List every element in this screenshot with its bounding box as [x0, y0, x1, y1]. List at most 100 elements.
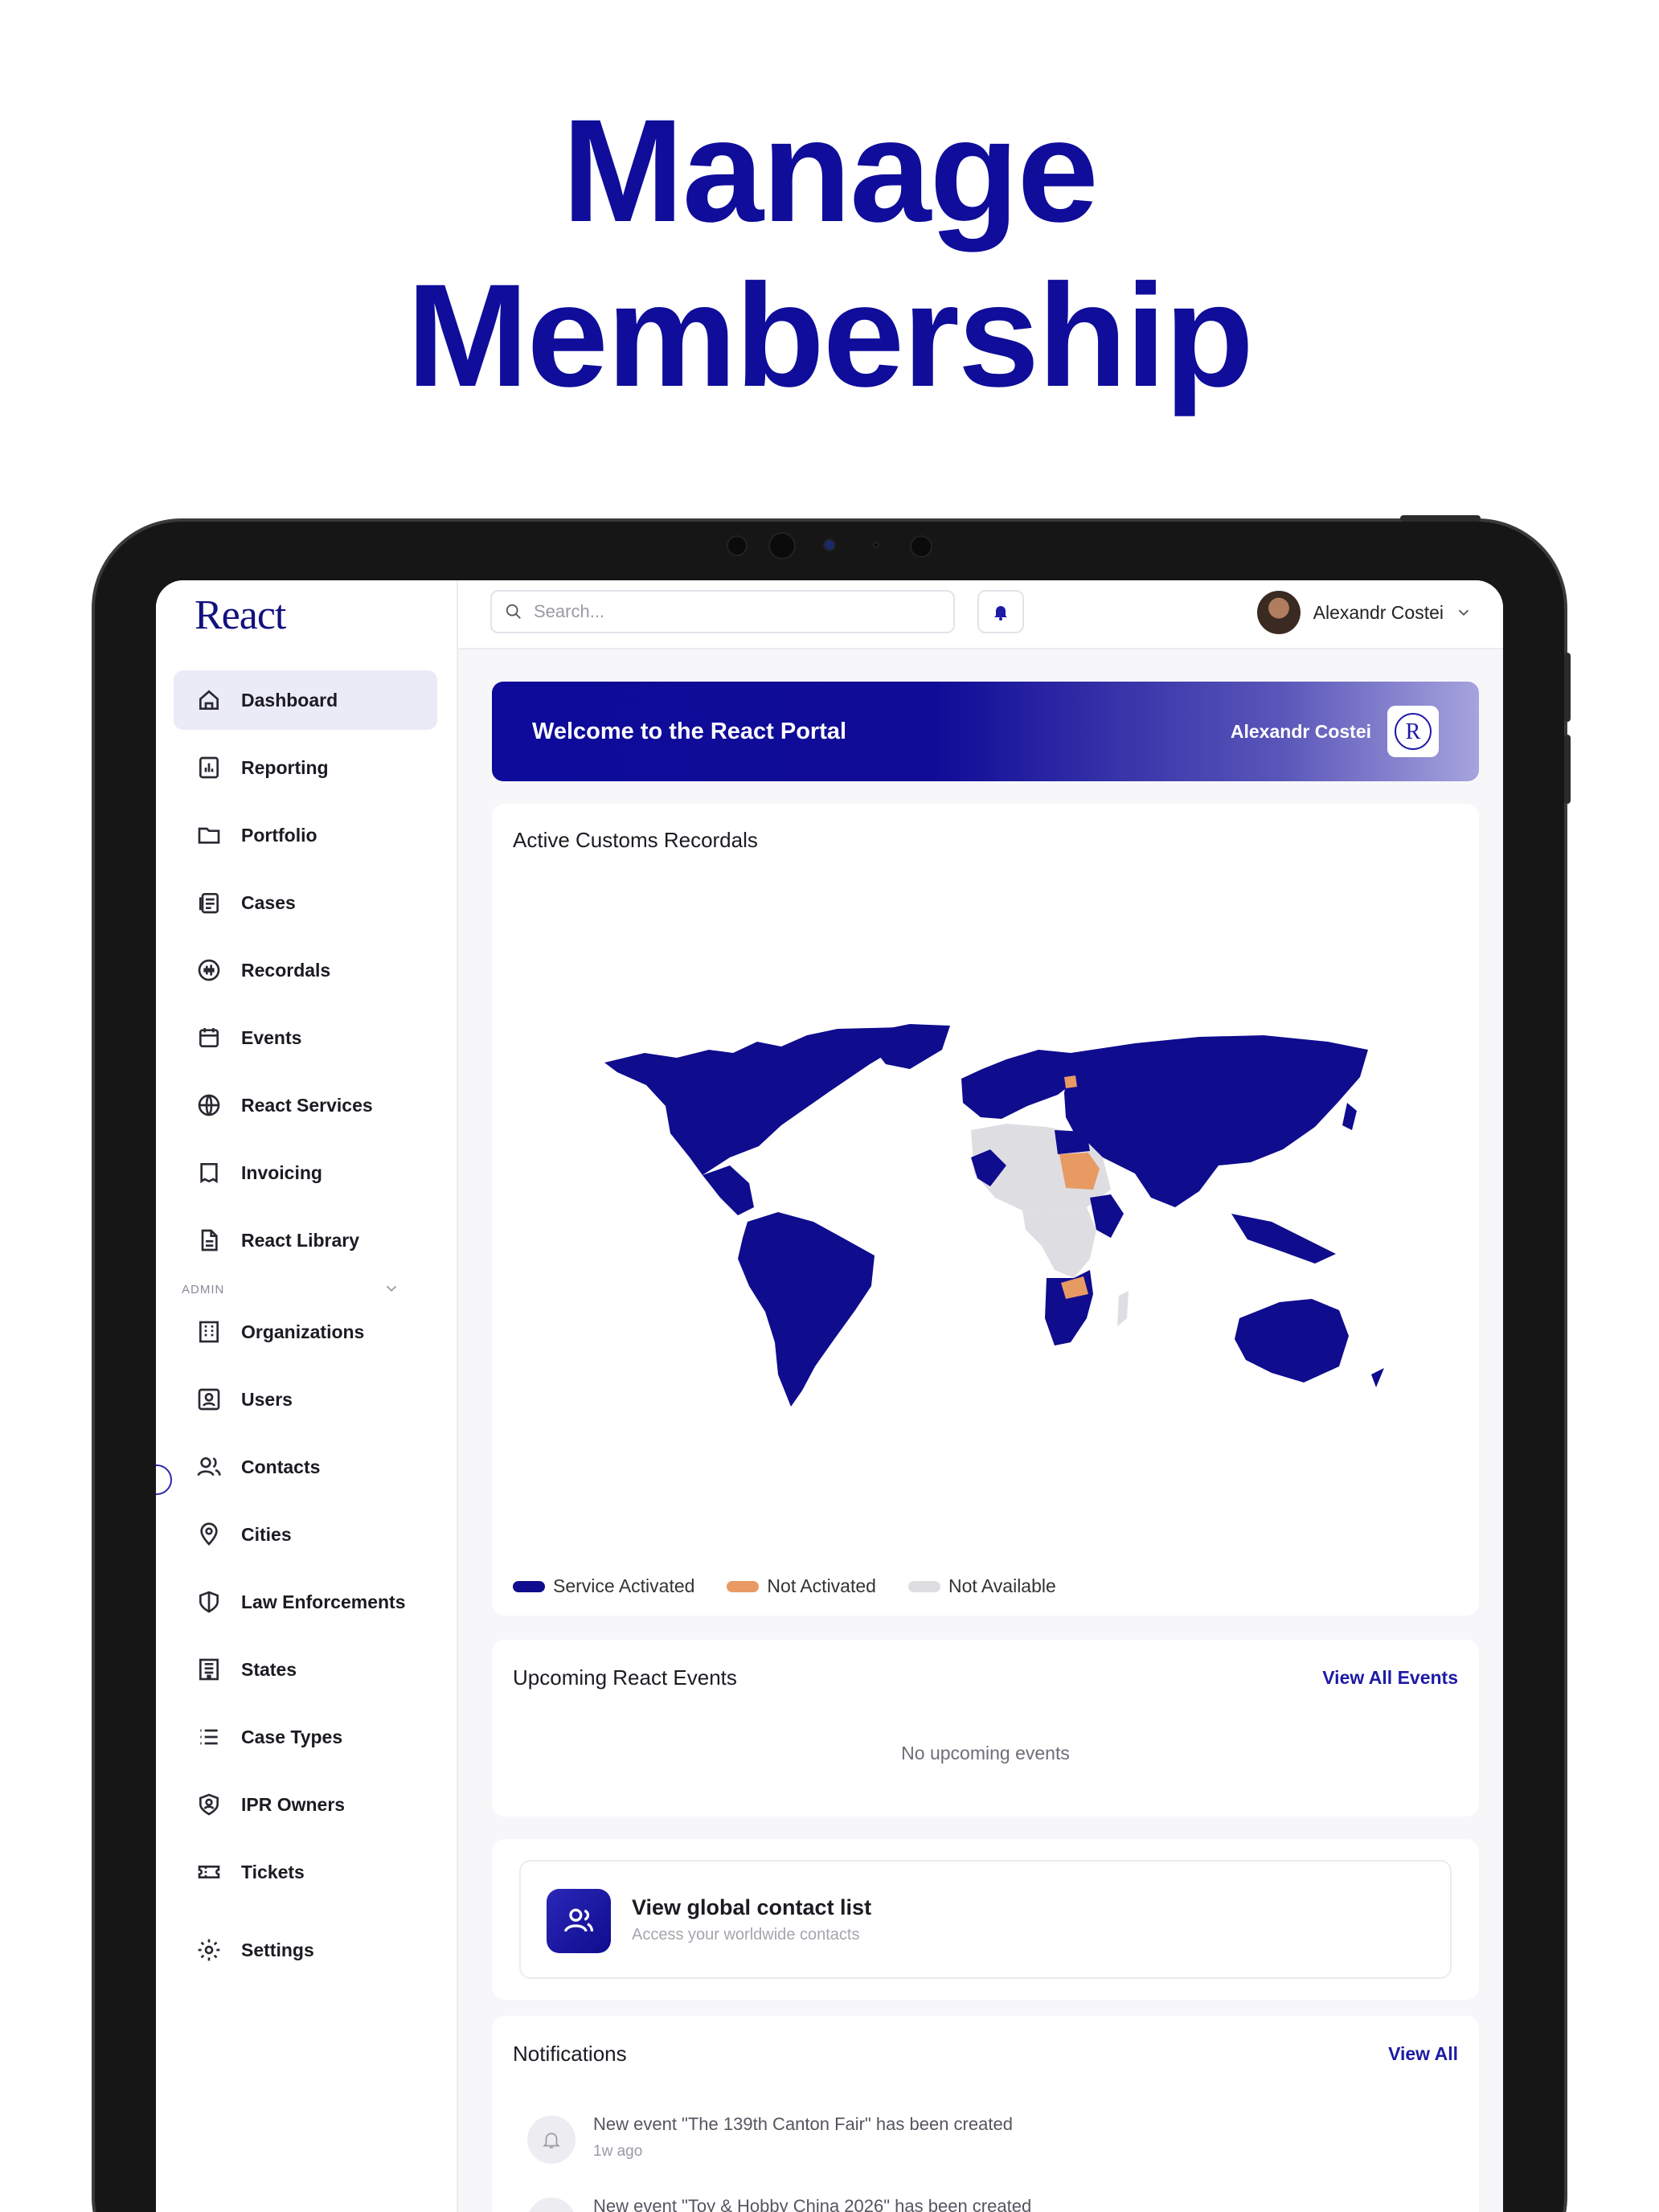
notification-item[interactable]: New event "Toy & Hobby China 2026" has b…: [527, 2189, 1411, 2212]
app-logo[interactable]: React: [195, 592, 286, 639]
upcoming-events-card: Upcoming React Events View All Events No…: [492, 1640, 1479, 1817]
sidebar-item-label: Law Enforcements: [241, 1591, 406, 1612]
sidebar-item-label: Users: [241, 1388, 293, 1410]
tablet-top-button: [1400, 515, 1481, 522]
customs-recordals-card: Active Customs Recordals Service Activat…: [492, 804, 1479, 1616]
home-icon: [195, 686, 223, 715]
world-map[interactable]: [492, 892, 1479, 1455]
australia-region: [1235, 1299, 1349, 1382]
sidebar-item-portfolio[interactable]: Portfolio: [174, 805, 437, 865]
map-pin-icon: [195, 1520, 223, 1549]
sidebar-item-reporting[interactable]: Reporting: [174, 738, 437, 797]
camera-lens-icon: [823, 539, 836, 551]
users-icon: [195, 1452, 223, 1481]
sidebar-item-react-services[interactable]: React Services: [174, 1075, 437, 1135]
sidebar-item-label: Contacts: [241, 1456, 321, 1477]
legend-swatch: [907, 1580, 940, 1592]
tablet-volume-up-button: [1564, 653, 1571, 722]
chevron-down-icon[interactable]: [383, 1280, 400, 1297]
sidebar-item-law-enforcements[interactable]: Law Enforcements: [174, 1572, 437, 1632]
japan-region: [1342, 1103, 1357, 1130]
new-zealand-region: [1371, 1368, 1384, 1387]
folder-icon: [195, 821, 223, 850]
sidebar-item-dashboard[interactable]: Dashboard: [174, 670, 437, 730]
search-input[interactable]: [534, 601, 920, 622]
ambient-sensor-icon: [873, 542, 879, 548]
sidebar-item-cities[interactable]: Cities: [174, 1505, 437, 1564]
react-r-logo-icon: R: [1395, 713, 1432, 750]
notification-text: New event "Toy & Hobby China 2026" has b…: [593, 2196, 1032, 2212]
document-icon: [195, 1226, 223, 1255]
user-menu[interactable]: Alexandr Costei: [1256, 588, 1473, 637]
sidebar-item-recordals[interactable]: Recordals: [174, 940, 437, 1000]
tablet-volume-down-button: [1564, 735, 1571, 804]
sidebar-item-invoicing[interactable]: Invoicing: [174, 1143, 437, 1202]
sidebar-item-label: Reporting: [241, 756, 329, 778]
cases-icon: [195, 888, 223, 917]
sidebar-item-label: Tickets: [241, 1861, 305, 1882]
view-all-events-link[interactable]: View All Events: [1322, 1667, 1458, 1689]
global-contact-list-link[interactable]: View global contact list Access your wor…: [519, 1860, 1452, 1979]
sidebar-item-label: Organizations: [241, 1321, 365, 1342]
asia-region: [1064, 1035, 1368, 1207]
sidebar-item-label: Settings: [241, 1939, 314, 1960]
map-legend: Service Activated Not Activated Not Avai…: [513, 1575, 1088, 1597]
notifications-button[interactable]: [977, 590, 1024, 633]
sidebar-item-label: States: [241, 1658, 297, 1680]
ticket-icon: [195, 1858, 223, 1886]
receipt-icon: [195, 1158, 223, 1187]
sidebar-item-label: Case Types: [241, 1726, 343, 1747]
sidebar-item-ipr-owners[interactable]: IPR Owners: [174, 1775, 437, 1834]
admin-section-label: ADMIN: [182, 1283, 225, 1296]
contact-list-card: View global contact list Access your wor…: [492, 1839, 1479, 2000]
contact-card-subtitle: Access your worldwide contacts: [632, 1926, 860, 1944]
south-america-region: [738, 1212, 875, 1407]
search-box[interactable]: [490, 590, 955, 633]
sidebar-item-settings[interactable]: Settings: [174, 1920, 437, 1980]
sensor-icon: [727, 535, 748, 556]
badge-letter: R: [1406, 719, 1421, 744]
view-all-notifications-link[interactable]: View All: [1388, 2043, 1458, 2065]
central-america-region: [703, 1165, 754, 1215]
bell-icon: [527, 2116, 576, 2164]
moldova-region: [1064, 1075, 1077, 1088]
sidebar-item-label: Events: [241, 1026, 302, 1048]
legend-item-not-available: Not Available: [907, 1575, 1056, 1597]
shield-icon: [195, 1587, 223, 1616]
sidebar-item-label: Dashboard: [241, 689, 338, 711]
central-africa-region: [1022, 1207, 1096, 1278]
welcome-title: Welcome to the React Portal: [532, 718, 847, 744]
empty-state-text: No upcoming events: [901, 1743, 1070, 1763]
bell-icon: [994, 606, 1007, 621]
camera-icon: [768, 532, 796, 559]
sidebar-item-events[interactable]: Events: [174, 1008, 437, 1067]
calendar-icon: [195, 1023, 223, 1052]
sidebar-item-states[interactable]: States: [174, 1640, 437, 1699]
sidebar-item-label: React Library: [241, 1229, 360, 1251]
notification-item[interactable]: New event "The 139th Canton Fair" has be…: [527, 2108, 1411, 2188]
sidebar-item-label: Recordals: [241, 959, 331, 981]
contacts-icon: [547, 1889, 611, 1953]
welcome-banner: Welcome to the React Portal Alexandr Cos…: [492, 682, 1479, 781]
madagascar-region: [1117, 1291, 1129, 1326]
sensor-icon: [910, 535, 932, 558]
sidebar-item-cases[interactable]: Cases: [174, 873, 437, 932]
search-icon: [506, 604, 521, 619]
sidebar-item-case-types[interactable]: Case Types: [174, 1707, 437, 1767]
state-building-icon: [195, 1655, 223, 1684]
sidebar-item-users[interactable]: Users: [174, 1370, 437, 1429]
headline-line-1: Manage: [562, 88, 1099, 252]
notifications-card: Notifications View All New event "The 13…: [492, 2016, 1479, 2212]
sidebar-item-label: IPR Owners: [241, 1793, 346, 1815]
legend-swatch: [513, 1580, 545, 1592]
avatar[interactable]: [1256, 591, 1301, 634]
sidebar-item-organizations[interactable]: Organizations: [174, 1302, 437, 1362]
sidebar-item-tickets[interactable]: Tickets: [174, 1842, 437, 1902]
sidebar-item-react-library[interactable]: React Library: [174, 1210, 437, 1270]
notification-text: New event "The 139th Canton Fair" has be…: [593, 2114, 1013, 2134]
shield-user-icon: [195, 1790, 223, 1819]
waveform-icon: [195, 956, 223, 985]
card-title: Notifications: [513, 2042, 627, 2066]
sidebar-item-label: React Services: [241, 1094, 373, 1116]
sidebar-item-contacts[interactable]: Contacts: [174, 1437, 437, 1497]
